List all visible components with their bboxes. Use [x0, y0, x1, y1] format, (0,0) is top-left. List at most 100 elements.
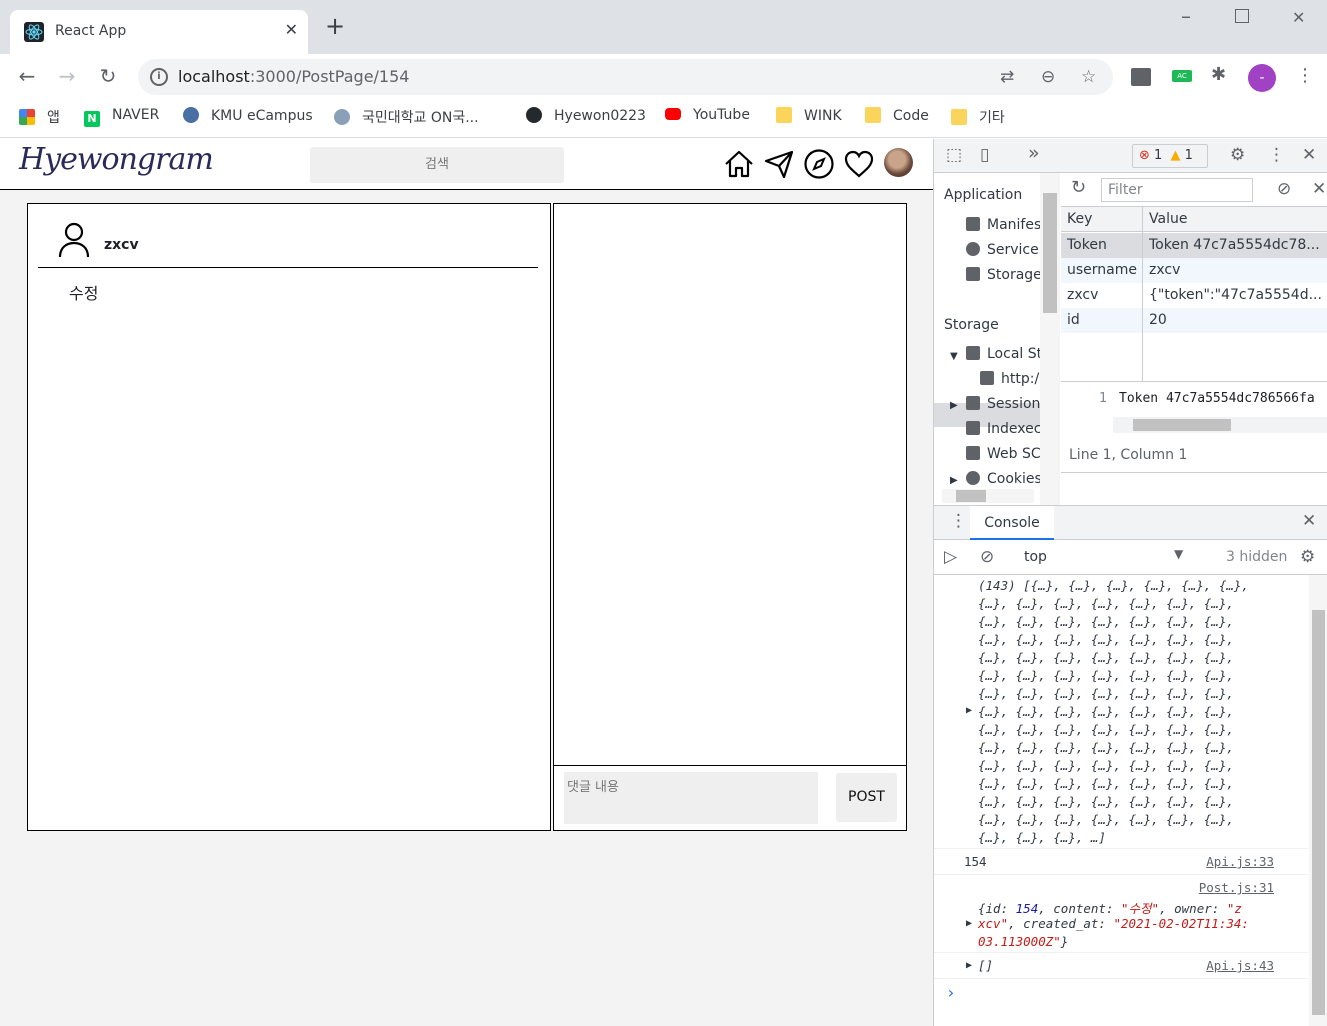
issues-badge[interactable]: ⊗ 1 ▲ 1 — [1132, 144, 1208, 168]
console-string: 03.113000Z" — [978, 934, 1061, 949]
close-devtools-icon[interactable]: ✕ — [1302, 145, 1316, 165]
post-comment-button[interactable]: POST — [836, 773, 897, 822]
column-header-value[interactable]: Value — [1149, 211, 1324, 227]
column-header-key[interactable]: Key — [1067, 211, 1092, 227]
bookmark-folder-code[interactable]: Code — [865, 107, 929, 129]
app-logo[interactable]: Hyewongram — [19, 142, 214, 177]
scrollbar-thumb[interactable] — [1043, 193, 1057, 313]
send-icon[interactable] — [763, 148, 795, 180]
more-tabs-icon[interactable]: » — [1028, 142, 1040, 164]
window-close-icon[interactable]: ✕ — [1292, 8, 1305, 27]
post-username[interactable]: zxcv — [104, 237, 139, 253]
comment-input[interactable]: 댓글 내용 — [564, 772, 818, 824]
extension-1-icon[interactable] — [1131, 68, 1151, 86]
expand-arrow-icon[interactable]: ▶ — [966, 705, 972, 716]
sidebar-item-service-workers[interactable]: Service — [966, 242, 1040, 258]
table-row[interactable]: id 20 — [1061, 308, 1327, 333]
sidebar-item-cookies[interactable]: Cookies — [966, 471, 1040, 486]
heart-icon[interactable] — [843, 148, 875, 180]
sidebar-item-storage[interactable]: Storage — [966, 267, 1040, 283]
address-bar[interactable]: i localhost:3000/PostPage/154 ⇄ ⊖ ☆ — [138, 59, 1113, 95]
expand-arrow-icon[interactable]: ▶ — [966, 918, 972, 929]
refresh-icon[interactable]: ↻ — [1071, 177, 1086, 198]
sidebar-item-web-sql[interactable]: Web SC — [966, 446, 1040, 462]
bookmark-apps[interactable]: 앱 — [19, 107, 60, 129]
bookmark-kmu-on[interactable]: 국민대학교 ON국... — [334, 107, 479, 129]
browser-tab[interactable]: React App ✕ — [10, 10, 308, 54]
expand-arrow-icon[interactable]: ▼ — [950, 351, 958, 362]
translate-icon[interactable]: ⇄ — [1000, 67, 1014, 87]
preview-h-scrollbar[interactable] — [1113, 417, 1327, 433]
extension-2-icon[interactable]: AC — [1172, 70, 1192, 82]
delete-selected-icon[interactable]: ✕ — [1312, 179, 1326, 199]
application-sidebar: Application Manifes Service Storage Stor… — [934, 173, 1060, 505]
table-row[interactable]: zxcv {"token":"47c7a5554d... — [1061, 283, 1327, 308]
user-avatar[interactable] — [884, 148, 913, 177]
table-row[interactable]: username zxcv — [1061, 258, 1327, 283]
close-tab-icon[interactable]: ✕ — [285, 20, 298, 39]
sidebar-item-manifest[interactable]: Manifes — [966, 217, 1040, 233]
new-tab-icon[interactable]: + — [325, 14, 345, 38]
chevron-down-icon[interactable]: ▼ — [1174, 547, 1183, 561]
menu-dots-icon[interactable]: ⋮ — [1296, 65, 1314, 86]
sidebar-item-indexeddb[interactable]: Indexec — [966, 421, 1040, 437]
bookmark-youtube[interactable]: YouTube — [665, 107, 750, 129]
scrollbar-thumb[interactable] — [956, 490, 986, 502]
console-string: "2021-02-02T11:34: — [1113, 916, 1249, 931]
source-link[interactable]: Api.js:33 — [1206, 854, 1274, 869]
reload-icon[interactable]: ↻ — [96, 64, 120, 88]
device-toolbar-icon[interactable]: ▯ — [980, 145, 989, 165]
source-link[interactable]: Api.js:43 — [1206, 958, 1274, 973]
zoom-icon[interactable]: ⊖ — [1041, 67, 1055, 87]
tab-console[interactable]: Console — [970, 506, 1054, 540]
bookmark-github[interactable]: Hyewon0223 — [526, 107, 646, 129]
sidebar-item-local-storage[interactable]: Local St — [966, 346, 1040, 362]
inspect-element-icon[interactable]: ⬚ — [946, 145, 962, 165]
console-message-array[interactable]: ▶ (143) [{…}, {…}, {…}, {…}, {…}, {…}, {… — [934, 575, 1308, 849]
settings-gear-icon[interactable]: ⚙ — [1230, 145, 1245, 165]
bookmark-naver[interactable]: N NAVER — [84, 107, 159, 129]
forward-icon[interactable]: → — [55, 64, 79, 88]
bookmark-label: 기타 — [979, 110, 1005, 126]
console-prompt-icon[interactable]: › — [946, 983, 956, 1002]
console-scrollbar[interactable] — [1309, 575, 1327, 1026]
drawer-menu-icon[interactable]: ⋮ — [950, 511, 967, 531]
source-link[interactable]: Post.js:31 — [1199, 880, 1274, 895]
close-drawer-icon[interactable]: ✕ — [1302, 511, 1316, 531]
expand-arrow-icon[interactable]: ▶ — [950, 400, 958, 411]
table-row[interactable]: Token Token 47c7a5554dc78... — [1061, 233, 1327, 258]
info-icon[interactable]: i — [150, 68, 168, 86]
extensions-puzzle-icon[interactable]: ✱ — [1211, 64, 1226, 85]
sidebar-toggle-icon[interactable]: ▷ — [944, 547, 957, 567]
search-input[interactable]: 검색 — [310, 147, 564, 183]
expand-arrow-icon[interactable]: ▶ — [966, 960, 972, 971]
star-icon[interactable]: ☆ — [1081, 67, 1096, 87]
home-icon[interactable] — [723, 148, 755, 180]
console-settings-icon[interactable]: ⚙ — [1300, 547, 1315, 567]
console-text: , owner: — [1159, 901, 1227, 916]
sidebar-h-scrollbar[interactable] — [942, 489, 1034, 503]
explore-compass-icon[interactable] — [803, 148, 835, 180]
context-select[interactable]: top — [1024, 549, 1047, 565]
filter-input[interactable]: Filter — [1101, 178, 1253, 202]
back-icon[interactable]: ← — [15, 64, 39, 88]
bookmark-folder-other[interactable]: 기타 — [951, 107, 1005, 129]
clear-console-icon[interactable]: ⊘ — [980, 547, 994, 567]
minimize-icon[interactable]: – — [1181, 4, 1191, 28]
bookmark-folder-wink[interactable]: WINK — [776, 107, 842, 129]
scrollbar-thumb[interactable] — [1133, 419, 1231, 431]
scrollbar-thumb[interactable] — [1312, 610, 1325, 1015]
maximize-icon[interactable] — [1235, 9, 1249, 23]
sidebar-item-session-storage[interactable]: Session — [966, 396, 1040, 412]
console-message-object[interactable]: Post.js:31 ▶ {id: 154, content: "수정", ow… — [934, 875, 1308, 953]
sidebar-item-localhost[interactable]: http:/ — [980, 371, 1040, 387]
hidden-messages-count[interactable]: 3 hidden — [1226, 549, 1287, 565]
bookmark-kmu-ecampus[interactable]: KMU eCampus — [183, 107, 313, 129]
profile-avatar[interactable]: - — [1248, 64, 1276, 92]
clear-all-icon[interactable]: ⊘ — [1277, 179, 1291, 199]
devtools-menu-icon[interactable]: ⋮ — [1268, 145, 1285, 165]
sidebar-scrollbar[interactable] — [1040, 173, 1060, 505]
column-divider[interactable] — [1142, 207, 1143, 382]
expand-arrow-icon[interactable]: ▶ — [950, 475, 958, 486]
console-message-empty-array[interactable]: ▶ [] Api.js:43 — [934, 953, 1308, 979]
